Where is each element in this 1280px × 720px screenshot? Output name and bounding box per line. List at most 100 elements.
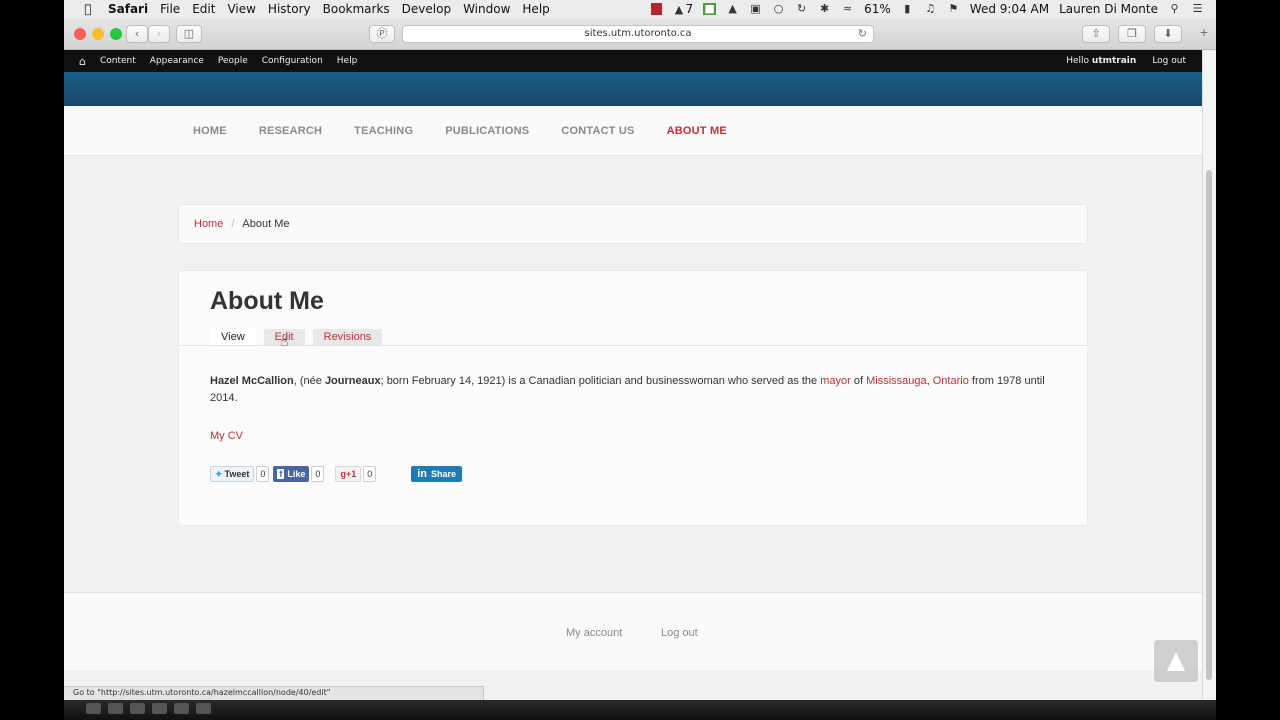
adobe-tray[interactable]: ▲ 7 — [672, 2, 693, 16]
share-buttons: ✦ Tweet 0 f Like 0 g +1 0 in Share — [210, 466, 463, 482]
volume-icon[interactable]: ♫ — [924, 3, 937, 15]
dock-app-icon[interactable] — [196, 703, 211, 714]
close-window-button[interactable] — [74, 28, 86, 40]
admin-appearance-link[interactable]: Appearance — [150, 56, 204, 66]
downloads-button[interactable]: ⬇ — [1154, 25, 1182, 43]
menu-view[interactable]: View — [227, 2, 255, 16]
plus-icon: + — [1199, 26, 1209, 39]
menu-edit[interactable]: Edit — [192, 2, 215, 16]
breadcrumb-current: About Me — [242, 218, 290, 230]
linkedin-icon: in — [417, 468, 427, 480]
forward-button[interactable]: › — [148, 25, 170, 43]
back-button[interactable]: ‹ — [126, 25, 148, 43]
reload-icon[interactable]: ↻ — [858, 26, 867, 42]
adobe-count: 7 — [685, 2, 694, 16]
pinterest-button[interactable]: Ⓟ — [369, 25, 395, 43]
breadcrumb-home-link[interactable]: Home — [194, 218, 223, 230]
dock-app-icon[interactable] — [174, 703, 189, 714]
admin-content-link[interactable]: Content — [100, 56, 136, 66]
sidebar-button[interactable]: ◫ — [176, 25, 202, 43]
footer-logout-link[interactable]: Log out — [661, 627, 698, 639]
menu-help[interactable]: Help — [522, 2, 549, 16]
link-mississauga[interactable]: Mississauga — [866, 375, 927, 387]
nav-publications[interactable]: PUBLICATIONS — [445, 125, 529, 137]
bluetooth-icon[interactable]: ✱ — [818, 3, 831, 15]
drive-icon[interactable]: ▲ — [726, 3, 739, 15]
nav-about-me[interactable]: ABOUT ME — [667, 125, 727, 137]
evernote-icon[interactable]: ■ — [703, 3, 717, 15]
menu-history[interactable]: History — [268, 2, 311, 16]
page-scrollbar[interactable] — [1202, 50, 1216, 700]
body-name: Hazel McCallion — [210, 375, 294, 387]
status-bar: Go to "http://sites.utm.utoronto.ca/haze… — [64, 686, 484, 700]
battery-icon[interactable]: ▮ — [901, 3, 914, 15]
body-text-2: ; born February 14, 1921) is a Canadian … — [380, 375, 821, 387]
body-paragraph: Hazel McCallion, (née Journeaux; born Fe… — [210, 373, 1050, 407]
record-icon[interactable] — [651, 3, 663, 15]
menu-develop[interactable]: Develop — [402, 2, 451, 16]
minimize-window-button[interactable] — [92, 28, 104, 40]
like-count: 0 — [311, 466, 325, 482]
new-tab-button[interactable]: + — [1195, 25, 1213, 43]
facebook-like-button[interactable]: f Like — [273, 466, 310, 482]
nav-research[interactable]: RESEARCH — [259, 125, 322, 137]
admin-help-link[interactable]: Help — [337, 56, 358, 66]
web-page: ⌂ Content Appearance People Configuratio… — [64, 50, 1202, 700]
menu-app-safari[interactable]: Safari — [108, 2, 148, 16]
nav-contact-us[interactable]: CONTACT US — [561, 125, 634, 137]
display-icon[interactable]: ▣ — [749, 3, 762, 15]
menubar-clock[interactable]: Wed 9:04 AM — [970, 2, 1049, 16]
tab-revisions[interactable]: Revisions — [312, 329, 383, 345]
download-icon: ⬇ — [1163, 27, 1173, 40]
google-plus-button[interactable]: g +1 — [335, 466, 362, 482]
content-panel: About Me View Edit Revisions Hazel McCal… — [178, 270, 1088, 526]
macos-menubar:  Safari File Edit View History Bookmark… — [64, 0, 1216, 18]
tweet-button[interactable]: ✦ Tweet — [210, 466, 255, 482]
arrow-up-icon: ▲ — [1166, 646, 1186, 674]
apple-icon[interactable]:  — [78, 2, 98, 16]
menubar-user[interactable]: Lauren Di Monte — [1059, 2, 1158, 16]
pinterest-icon: Ⓟ — [376, 27, 388, 40]
admin-toolbar: ⌂ Content Appearance People Configuratio… — [64, 50, 1202, 72]
address-bar[interactable]: sites.utm.utoronto.ca ↻ — [402, 25, 874, 43]
dock-app-icon[interactable] — [152, 703, 167, 714]
twitter-bird-icon: ✦ — [215, 468, 223, 479]
home-icon[interactable]: ⌂ — [79, 55, 86, 68]
back-to-top-button[interactable]: ▲ — [1154, 640, 1198, 682]
menu-file[interactable]: File — [160, 2, 180, 16]
share-toolbar-button[interactable]: ⇧ — [1082, 25, 1110, 43]
scrollbar-thumb[interactable] — [1206, 170, 1212, 680]
page-title: About Me — [210, 287, 324, 315]
notification-center-icon[interactable]: ☰ — [1191, 3, 1204, 15]
admin-username[interactable]: utmtrain — [1092, 56, 1136, 66]
tabs-button[interactable]: ❐ — [1118, 25, 1146, 43]
hand-cursor-icon: ☝ — [280, 334, 289, 350]
admin-configuration-link[interactable]: Configuration — [262, 56, 323, 66]
linkedin-share-button[interactable]: in Share — [411, 466, 463, 482]
tweet-label: Tweet — [224, 469, 250, 479]
gplus-count: 0 — [363, 466, 377, 482]
time-machine-icon[interactable]: ↻ — [795, 3, 808, 15]
menu-bookmarks[interactable]: Bookmarks — [323, 2, 390, 16]
spotlight-icon[interactable]: ⚲ — [1168, 3, 1181, 15]
footer-my-account-link[interactable]: My account — [566, 627, 622, 639]
wifi-icon[interactable]: ≈ — [841, 3, 854, 15]
link-ontario[interactable]: Ontario — [933, 375, 969, 387]
dock — [64, 700, 1216, 720]
breadcrumb: Home / About Me — [178, 204, 1088, 244]
dock-app-icon[interactable] — [86, 703, 101, 714]
admin-people-link[interactable]: People — [218, 56, 248, 66]
nav-teaching[interactable]: TEACHING — [354, 125, 413, 137]
tab-view[interactable]: View — [210, 329, 256, 345]
zoom-window-button[interactable] — [110, 28, 122, 40]
circle-icon[interactable]: ○ — [772, 3, 785, 15]
nav-home[interactable]: HOME — [193, 125, 227, 137]
tabs-divider — [179, 345, 1087, 346]
my-cv-link[interactable]: My CV — [210, 430, 243, 442]
flag-icon[interactable]: ⚑ — [947, 3, 960, 15]
dock-app-icon[interactable] — [108, 703, 123, 714]
menu-window[interactable]: Window — [463, 2, 510, 16]
admin-logout-link[interactable]: Log out — [1152, 56, 1186, 66]
link-mayor[interactable]: mayor — [820, 375, 851, 387]
dock-app-icon[interactable] — [130, 703, 145, 714]
